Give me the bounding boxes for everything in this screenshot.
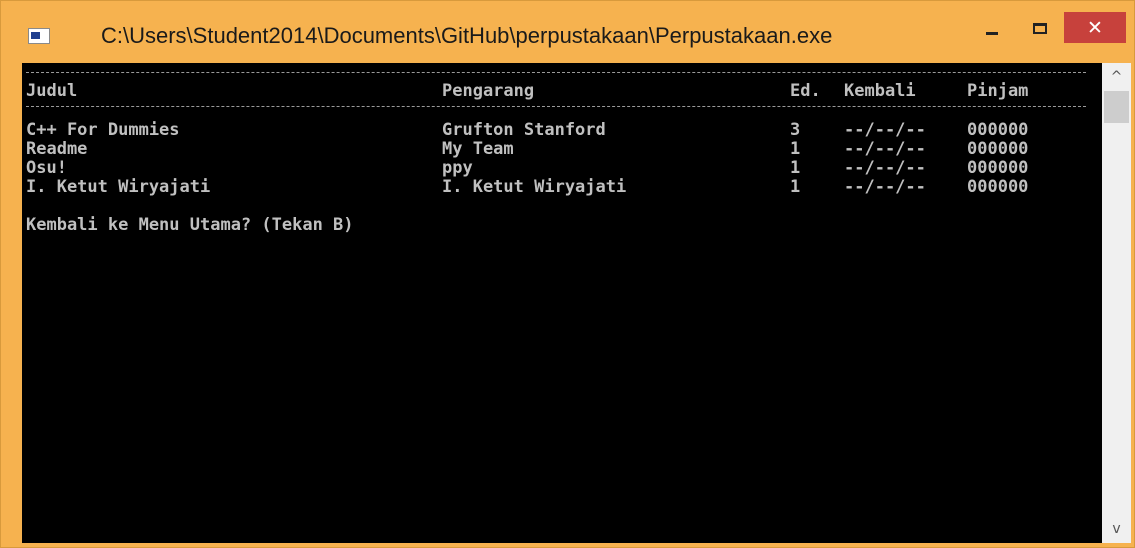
header-judul: Judul — [26, 81, 78, 101]
cell-pengarang: My Team — [442, 139, 514, 159]
cell-kembali: --/--/-- — [844, 120, 926, 140]
minimize-button[interactable] — [969, 13, 1015, 43]
cell-pinjam: 000000 — [967, 120, 1029, 140]
window-title: C:\Users\Student2014\Documents\GitHub\pe… — [101, 23, 833, 48]
close-button[interactable]: ✕ — [1064, 12, 1126, 43]
minimize-icon — [986, 31, 998, 35]
maximize-icon — [1033, 22, 1047, 34]
vertical-scrollbar[interactable]: ^ v — [1102, 63, 1131, 543]
scroll-up-button[interactable]: ^ — [1102, 63, 1131, 91]
header-pinjam: Pinjam — [967, 81, 1029, 101]
separator-line-top — [26, 72, 1086, 73]
cell-kembali: --/--/-- — [844, 177, 926, 197]
separator-line-header — [26, 106, 1086, 107]
title-bar[interactable]: C:\Users\Student2014\Documents\GitHub\pe… — [1, 1, 1134, 63]
cell-judul: Osu! — [26, 158, 67, 178]
console-window: C:\Users\Student2014\Documents\GitHub\pe… — [0, 0, 1135, 548]
cell-judul: Readme — [26, 139, 88, 159]
cell-judul: C++ For Dummies — [26, 120, 180, 140]
header-kembali: Kembali — [844, 81, 916, 101]
cell-ed: 1 — [790, 177, 801, 197]
cell-kembali: --/--/-- — [844, 158, 926, 178]
cell-pinjam: 000000 — [967, 177, 1029, 197]
header-ed: Ed. — [790, 81, 821, 101]
scroll-down-button[interactable]: v — [1102, 515, 1131, 543]
cell-kembali: --/--/-- — [844, 139, 926, 159]
console-app-icon[interactable] — [28, 28, 50, 44]
cell-ed: 3 — [790, 120, 801, 140]
scrollbar-thumb[interactable] — [1104, 91, 1129, 123]
close-icon: ✕ — [1087, 16, 1103, 39]
cell-pengarang: I. Ketut Wiryajati — [442, 177, 627, 197]
return-prompt: Kembali ke Menu Utama? (Tekan B) — [26, 215, 354, 235]
cell-ed: 1 — [790, 158, 801, 178]
cell-pengarang: ppy — [442, 158, 473, 178]
maximize-button[interactable] — [1017, 13, 1063, 43]
chevron-down-icon: v — [1112, 521, 1121, 537]
cell-pengarang: Grufton Stanford — [442, 120, 606, 140]
header-pengarang: Pengarang — [442, 81, 535, 101]
cell-pinjam: 000000 — [967, 158, 1029, 178]
cell-ed: 1 — [790, 139, 801, 159]
cell-judul: I. Ketut Wiryajati — [26, 177, 211, 197]
console-output[interactable]: Judul Pengarang Ed. Kembali Pinjam C++ F… — [22, 63, 1102, 543]
chevron-up-icon: ^ — [1110, 69, 1123, 85]
cell-pinjam: 000000 — [967, 139, 1029, 159]
